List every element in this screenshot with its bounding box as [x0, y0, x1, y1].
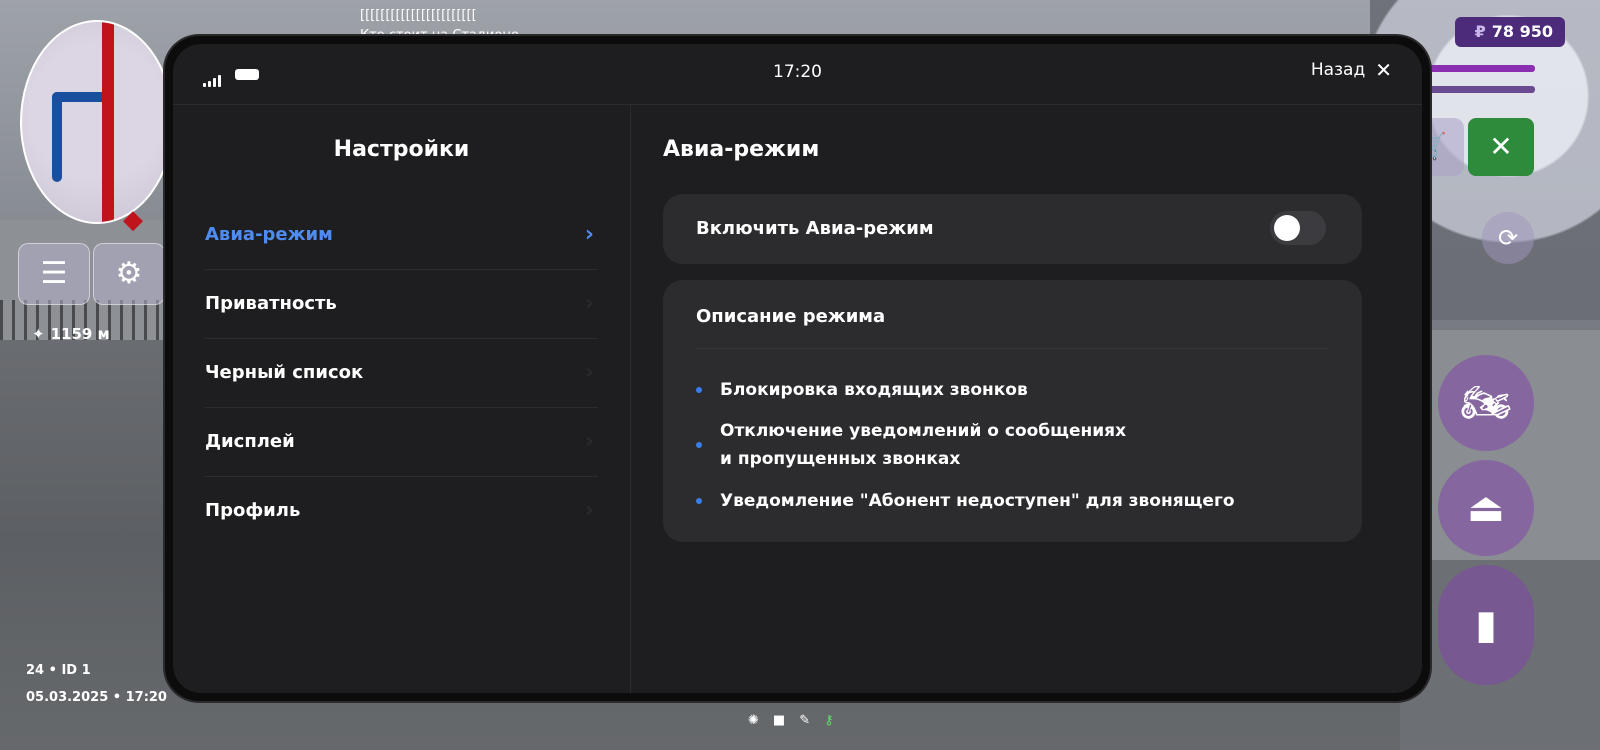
bullet-dot	[696, 498, 702, 504]
chevron-right-icon: ›	[584, 291, 594, 316]
settings-content: Авиа-режим Включить Авиа-режим Описание …	[631, 105, 1422, 693]
chevron-right-icon: ›	[584, 429, 594, 454]
chevron-right-icon: ›	[584, 222, 594, 247]
toggle-knob	[1274, 215, 1300, 241]
minimap[interactable]	[20, 20, 174, 224]
bullet-text: Уведомление "Абонент недоступен" для зво…	[720, 491, 1235, 511]
airplane-mode-card: Включить Авиа-режим	[663, 194, 1362, 264]
menu-item-profile[interactable]: Профиль ›	[205, 477, 598, 545]
menu-item-privacy[interactable]: Приватность ›	[205, 270, 598, 339]
back-button[interactable]: Назад ✕	[1311, 60, 1392, 80]
map-marker-icon: ◆	[123, 205, 143, 235]
divider	[696, 348, 1329, 349]
menu-item-display[interactable]: Дисплей ›	[205, 408, 598, 477]
description-bullet: Отключение уведомлений о сообщениях и пр…	[696, 417, 1126, 473]
menu-button[interactable]: ☰	[18, 243, 90, 305]
back-label: Назад	[1310, 60, 1366, 80]
vehicle-status-icons: ✺■✎⚷	[748, 713, 848, 728]
distance-readout: ✦ 1159 м	[32, 325, 110, 343]
menu-item-label: Дисплей	[205, 431, 295, 452]
chevron-right-icon: ›	[584, 498, 594, 523]
weapon-icon: ✕	[1489, 130, 1513, 163]
currency-symbol: ₽	[1474, 22, 1486, 41]
phone-frame: 17:20 Назад ✕ Настройки Авиа-режим › При…	[165, 36, 1430, 701]
bullet-text: Отключение уведомлений о сообщениях	[720, 421, 1127, 441]
description-card: Описание режима Блокировка входящих звон…	[663, 280, 1362, 542]
settings-button[interactable]: ⚙	[93, 243, 165, 305]
phone-screen: 17:20 Назад ✕ Настройки Авиа-режим › При…	[173, 44, 1422, 693]
minimap-road	[102, 22, 114, 222]
bullet-dot	[696, 387, 702, 393]
money-display: ₽78 950	[1455, 17, 1565, 47]
date-time-info: 05.03.2025 • 17:20	[26, 690, 167, 705]
engine-icon: ■	[772, 713, 800, 728]
phone-clock: 17:20	[773, 62, 822, 82]
compass-icon: ✦	[32, 325, 45, 343]
description-title: Описание режима	[696, 306, 886, 327]
camera-button[interactable]: ⟳	[1482, 212, 1534, 264]
minimap-route-segment	[52, 92, 62, 182]
key-icon: ⚷	[824, 713, 848, 728]
money-value: 78 950	[1491, 22, 1553, 41]
settings-sidebar: Настройки Авиа-режим › Приватность › Чер…	[173, 105, 631, 693]
menu-icon: ☰	[40, 256, 68, 291]
brake-button[interactable]: ⏏	[1438, 460, 1534, 556]
tools-icon: ✎	[799, 713, 825, 728]
phone-status-bar: 17:20 Назад ✕	[173, 44, 1422, 105]
menu-item-blacklist[interactable]: Черный список ›	[205, 339, 598, 408]
player-info: 24 • ID 1	[26, 663, 91, 678]
brake-icon: ⏏	[1467, 485, 1505, 531]
bullet-text: Блокировка входящих звонков	[720, 380, 1028, 400]
motorcycle-icon: 🏍	[1460, 380, 1512, 426]
close-icon: ✕	[1375, 58, 1392, 82]
menu-item-label: Профиль	[205, 500, 301, 521]
vehicle-button[interactable]: 🏍	[1438, 355, 1534, 451]
menu-item-label: Авиа-режим	[205, 224, 333, 245]
content-title: Авиа-режим	[663, 137, 820, 162]
lights-icon: ✺	[748, 713, 773, 728]
menu-item-label: Приватность	[205, 293, 337, 314]
menu-item-airplane-mode[interactable]: Авиа-режим ›	[205, 201, 598, 270]
chat-line: [[[[[[[[[[[[[[[[[[[[[[[	[360, 8, 477, 23]
camera-icon: ⟳	[1497, 224, 1519, 252]
gas-button[interactable]: ▮	[1438, 565, 1534, 685]
description-bullet: Блокировка входящих звонков	[696, 376, 1028, 404]
bullet-text: и пропущенных звонках	[720, 449, 961, 469]
settings-icon: ⚙	[115, 256, 143, 291]
weapon-button[interactable]: ✕	[1468, 118, 1534, 176]
gas-pedal-icon: ▮	[1474, 602, 1497, 648]
airplane-mode-toggle[interactable]	[1270, 211, 1326, 245]
distance-value: 1159 м	[50, 325, 110, 343]
sidebar-title: Настройки	[333, 137, 470, 162]
description-bullet: Уведомление "Абонент недоступен" для зво…	[696, 487, 1235, 515]
toggle-label: Включить Авиа-режим	[696, 218, 934, 239]
menu-item-label: Черный список	[205, 362, 364, 383]
bullet-dot	[696, 442, 702, 448]
chevron-right-icon: ›	[584, 360, 594, 385]
